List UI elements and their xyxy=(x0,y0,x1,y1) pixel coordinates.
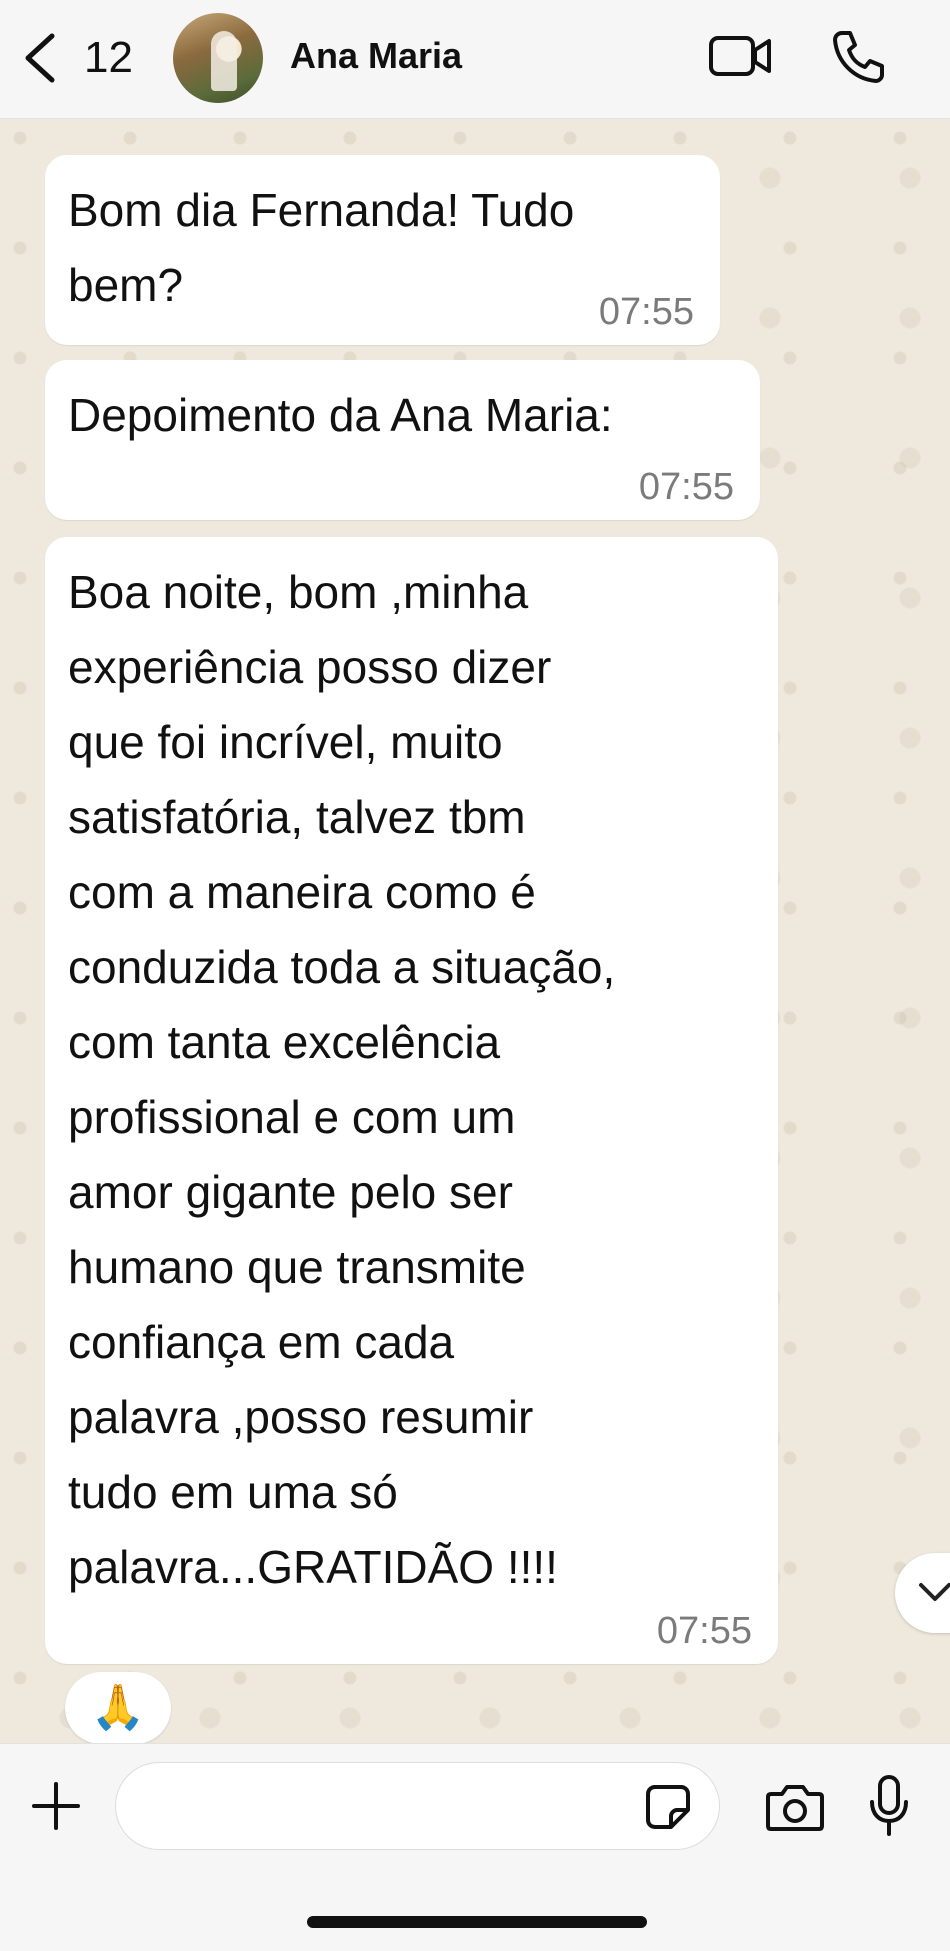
reaction-badge[interactable]: 🙏 xyxy=(65,1672,171,1744)
chat-header: 12 Ana Maria xyxy=(0,0,950,119)
message-time: 07:55 xyxy=(598,291,694,333)
avatar[interactable] xyxy=(173,13,263,103)
message-time: 07:55 xyxy=(638,466,734,508)
home-indicator[interactable] xyxy=(307,1916,647,1928)
composer-bar xyxy=(0,1743,950,1951)
back-button[interactable] xyxy=(18,30,62,86)
phone-icon xyxy=(833,31,884,83)
camera-button[interactable] xyxy=(765,1782,825,1832)
message-text: Depoimento da Ana Maria: xyxy=(68,389,613,441)
plus-icon xyxy=(32,1782,80,1830)
camera-icon xyxy=(766,1785,824,1831)
message-bubble[interactable]: Bom dia Fernanda! Tudo bem? 07:55 xyxy=(45,155,720,345)
video-call-button[interactable] xyxy=(708,32,772,80)
microphone-button[interactable] xyxy=(868,1774,910,1838)
message-text: Bom dia Fernanda! Tudo bem? xyxy=(68,184,575,311)
unread-count[interactable]: 12 xyxy=(84,30,133,86)
message-text: Boa noite, bom ,minha experiência posso … xyxy=(68,566,616,1593)
microphone-icon xyxy=(870,1775,908,1836)
contact-name[interactable]: Ana Maria xyxy=(290,34,462,78)
chevron-down-icon xyxy=(919,1583,950,1601)
sticker-icon xyxy=(646,1785,690,1829)
message-bubble[interactable]: Depoimento da Ana Maria: 07:55 xyxy=(45,360,760,520)
sticker-button[interactable] xyxy=(645,1784,691,1830)
voice-call-button[interactable] xyxy=(830,28,886,84)
video-icon xyxy=(709,36,771,76)
chevron-left-icon xyxy=(25,33,55,83)
message-time: 07:55 xyxy=(656,1610,752,1652)
message-input[interactable] xyxy=(115,1762,720,1850)
attach-button[interactable] xyxy=(30,1780,82,1832)
message-bubble[interactable]: Boa noite, bom ,minha experiência posso … xyxy=(45,537,778,1664)
